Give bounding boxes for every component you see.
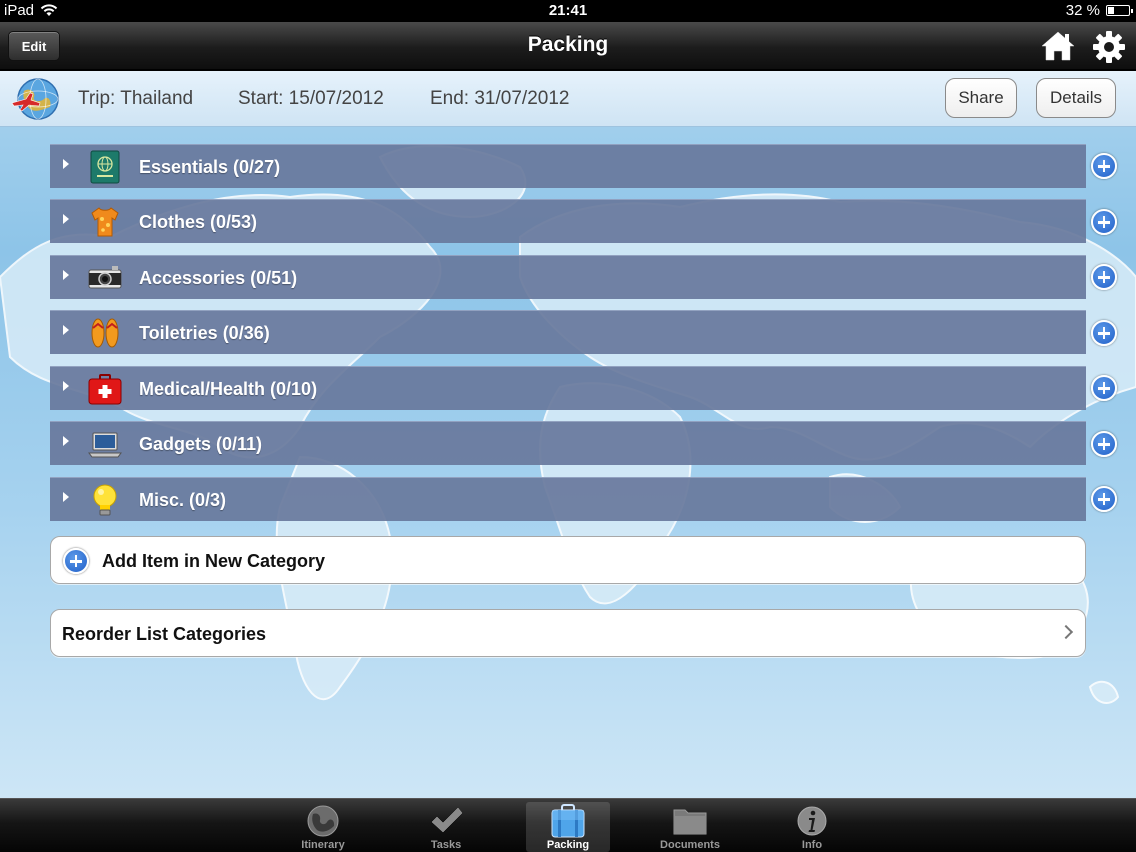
disclosure-triangle-icon[interactable] <box>63 436 69 446</box>
category-row-toiletries[interactable]: Toiletries (0/36) <box>50 310 1086 354</box>
category-row-misc[interactable]: Misc. (0/3) <box>50 477 1086 521</box>
trip-start-date: Start: 15/07/2012 <box>238 88 384 109</box>
category-label: Toiletries (0/36) <box>139 323 270 343</box>
tab-packing[interactable]: Packing <box>526 802 610 852</box>
battery-icon <box>1106 5 1133 16</box>
tab-itinerary[interactable]: Itinerary <box>281 802 365 852</box>
category-row-gadgets[interactable]: Gadgets (0/11) <box>50 421 1086 465</box>
category-row-accessories[interactable]: Accessories (0/51) <box>50 255 1086 299</box>
status-bar: iPad 21:41 32 % <box>0 0 1136 22</box>
plus-circle-icon <box>63 548 89 574</box>
suitcase-icon <box>551 804 585 838</box>
add-new-category-label: Add Item in New Category <box>102 551 326 571</box>
tab-label: Packing <box>546 839 590 851</box>
category-label: Misc. (0/3) <box>139 490 227 510</box>
tab-label: Itinerary <box>301 839 345 851</box>
passport-icon <box>90 150 120 184</box>
chevron-right-icon <box>1058 624 1074 640</box>
page-title: Packing <box>527 33 609 56</box>
packing-content: Trip: Thailand Start: 15/07/2012 End: 31… <box>0 71 1136 798</box>
reorder-categories-label: Reorder List Categories <box>62 624 267 644</box>
home-icon[interactable] <box>1040 29 1076 63</box>
add-item-button-medical-health[interactable] <box>1091 375 1117 401</box>
add-item-button-gadgets[interactable] <box>1091 431 1117 457</box>
share-button[interactable]: Share <box>945 78 1017 118</box>
add-item-button-essentials[interactable] <box>1091 153 1117 179</box>
add-item-button-misc[interactable] <box>1091 486 1117 512</box>
disclosure-triangle-icon[interactable] <box>63 159 69 169</box>
first-aid-kit-icon <box>88 374 122 405</box>
checkmark-icon <box>431 807 463 833</box>
status-time: 21:41 <box>548 2 588 19</box>
tab-documents[interactable]: Documents <box>648 802 732 852</box>
category-label: Gadgets (0/11) <box>139 434 263 454</box>
gear-icon[interactable] <box>1092 30 1126 64</box>
globe-icon <box>307 805 339 837</box>
shirt-icon <box>91 207 119 237</box>
category-row-medical-health[interactable]: Medical/Health (0/10) <box>50 366 1086 410</box>
tab-bar: Itinerary Tasks Packing Documents Info <box>0 798 1136 852</box>
details-button[interactable]: Details <box>1036 78 1116 118</box>
add-item-new-category-cell[interactable]: Add Item in New Category <box>50 536 1086 584</box>
category-row-clothes[interactable]: Clothes (0/53) <box>50 199 1086 243</box>
category-label: Essentials (0/27) <box>139 157 281 177</box>
tab-tasks[interactable]: Tasks <box>404 802 488 852</box>
category-label: Accessories (0/51) <box>139 268 298 288</box>
lightbulb-icon <box>93 484 117 516</box>
tab-info[interactable]: Info <box>770 802 854 852</box>
category-label: Clothes (0/53) <box>139 212 258 232</box>
disclosure-triangle-icon[interactable] <box>63 270 69 280</box>
category-label: Medical/Health (0/10) <box>139 379 318 399</box>
disclosure-triangle-icon[interactable] <box>63 325 69 335</box>
add-item-button-toiletries[interactable] <box>1091 320 1117 346</box>
camera-icon <box>88 266 122 289</box>
tab-label: Documents <box>660 839 720 851</box>
category-row-essentials[interactable]: Essentials (0/27) <box>50 144 1086 188</box>
disclosure-triangle-icon[interactable] <box>63 381 69 391</box>
info-icon <box>797 806 827 836</box>
navigation-bar: Edit Packing <box>0 22 1136 70</box>
tab-label: Info <box>801 839 823 851</box>
add-item-button-accessories[interactable] <box>1091 264 1117 290</box>
tab-label: Tasks <box>430 839 462 851</box>
globe-airplane-icon <box>11 78 59 120</box>
trip-header: Trip: Thailand Start: 15/07/2012 End: 31… <box>0 71 1136 127</box>
battery-percent: 32 % <box>1065 2 1100 19</box>
trip-name: Trip: Thailand <box>78 88 194 109</box>
disclosure-triangle-icon[interactable] <box>63 492 69 502</box>
reorder-categories-cell[interactable]: Reorder List Categories <box>50 609 1086 657</box>
laptop-icon <box>88 432 122 458</box>
folder-icon <box>673 809 707 835</box>
flip-flops-icon <box>91 318 119 348</box>
add-item-button-clothes[interactable] <box>1091 209 1117 235</box>
trip-end-date: End: 31/07/2012 <box>430 88 570 109</box>
disclosure-triangle-icon[interactable] <box>63 214 69 224</box>
